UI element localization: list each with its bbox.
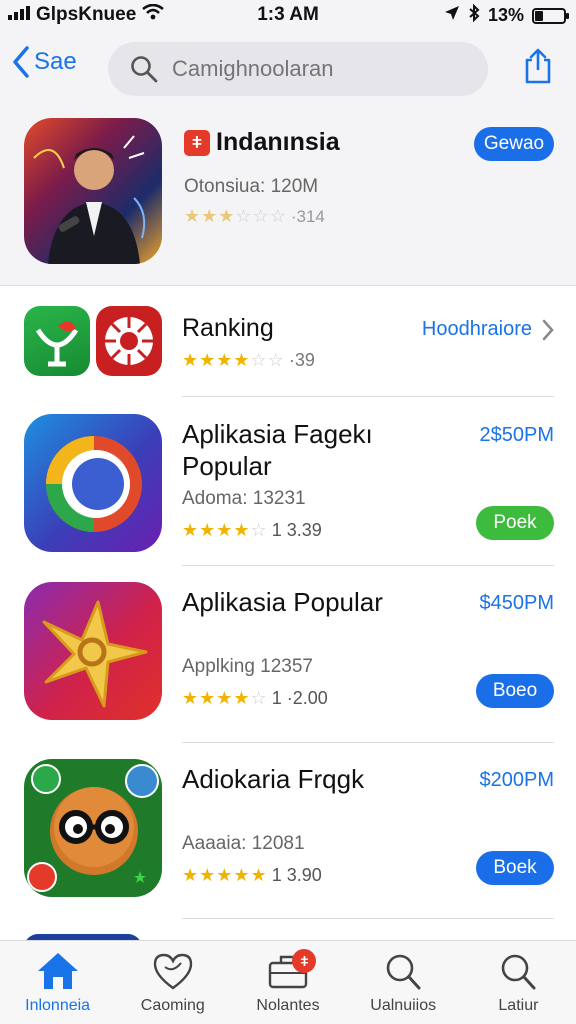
app-icon[interactable] (24, 759, 162, 897)
app-rating-text: 1 3.90 (271, 865, 322, 885)
search-icon (386, 954, 421, 990)
tab-label: Latiur (498, 997, 539, 1014)
app-get-button[interactable]: Poek (476, 506, 554, 540)
tab-label: Inlonneia (25, 997, 91, 1014)
app-price: 2$50PM (479, 424, 555, 446)
app-icon[interactable] (24, 414, 162, 552)
ranking-rating: ★★★★☆☆ ·39 (182, 350, 315, 371)
ranking-row[interactable]: Ranking ★★★★☆☆ ·39 Hoodhraiore (0, 296, 576, 396)
search-icon (502, 954, 536, 990)
nav-header: Sae (0, 30, 576, 108)
chevron-left-icon (13, 46, 29, 78)
featured-app-title: Indanınsia (216, 128, 340, 156)
app-meta: Aaaaia: 12081 (182, 833, 305, 854)
app-meta: Adoma: 13231 (182, 488, 306, 509)
app-get-button[interactable]: Boek (476, 851, 554, 885)
app-list-item[interactable]: Aplikasia Fagekı Popular Adoma: 13231 ★★… (0, 398, 576, 566)
tab-label: Caoming (140, 997, 205, 1014)
featured-rating-text: ·314 (290, 206, 325, 226)
app-rating-text: 1 ·2.00 (271, 688, 328, 708)
tab-coming[interactable]: Caoming (115, 941, 230, 1024)
app-list-item[interactable]: Adiokaria Frqgk Aaaaia: 12081 ★★★★★ 1 3.… (0, 743, 576, 911)
share-icon (525, 48, 551, 84)
heart-icon (153, 953, 192, 990)
ranking-link-label: Hoodhraiore (421, 318, 532, 340)
app-rating: ★★★★☆ 1 ·2.00 (182, 688, 328, 709)
app-get-button[interactable]: Boeo (476, 674, 554, 708)
share-button[interactable] (522, 48, 554, 89)
ranking-title: Ranking (182, 314, 274, 342)
bluetooth-icon (468, 3, 480, 27)
featured-app-meta: Otonsiua: 120M (184, 176, 319, 197)
featured-app-card[interactable]: ǂ Indanınsia Otonsiua: 120M ★★★☆☆☆ ·314 … (0, 108, 576, 286)
ranking-app-icon-1[interactable] (24, 306, 90, 376)
back-button[interactable]: Sae (12, 46, 77, 78)
app-title: Adiokaria Frqgk (182, 764, 365, 794)
search-bar[interactable] (108, 42, 488, 96)
featured-app-rating: ★★★☆☆☆ ·314 (184, 206, 325, 227)
app-title: Aplikasia Popular (182, 587, 383, 617)
location-icon (444, 5, 460, 26)
tab-label: Nolantes (256, 997, 320, 1014)
app-rating-text: 1 3.39 (271, 520, 322, 540)
chevron-right-icon (542, 319, 554, 340)
back-label: Sae (34, 48, 77, 75)
app-icon[interactable] (24, 582, 162, 720)
tab-search-2[interactable]: Latiur (461, 941, 576, 1024)
search-icon (131, 56, 158, 83)
home-icon (37, 953, 78, 989)
featured-get-button[interactable]: Gewao (474, 127, 554, 161)
star-rating-icon: ★★★☆☆☆ (184, 206, 287, 226)
status-bar: GlpsKnuee 1:3 AM 13% (0, 0, 576, 30)
battery-percent: 13% (487, 5, 524, 25)
status-right-group: 13% (444, 3, 569, 27)
tab-label: Ualnuiios (370, 997, 437, 1014)
star-rating-icon: ★★★★☆ (182, 688, 268, 708)
battery-icon (532, 7, 569, 24)
ranking-app-icon-2[interactable] (96, 306, 162, 376)
divider (182, 396, 554, 397)
app-rating: ★★★★☆ 1 3.39 (182, 520, 322, 541)
search-input[interactable] (172, 56, 452, 82)
star-rating-icon: ★★★★☆ (182, 520, 268, 540)
star-rating-icon: ★★★★☆☆ (182, 350, 285, 370)
tab-notes[interactable]: ǂ Nolantes (230, 941, 345, 1024)
featured-badge-icon: ǂ (184, 129, 210, 156)
app-title: Aplikasia Fagekı Popular (182, 419, 373, 481)
tab-search-1[interactable]: Ualnuiios (346, 941, 461, 1024)
app-list-item[interactable]: Aplikasia Popular Applking 12357 ★★★★☆ 1… (0, 566, 576, 734)
ranking-rating-text: ·39 (288, 350, 315, 370)
divider (182, 918, 554, 919)
featured-app-icon[interactable] (24, 118, 162, 264)
tab-bar: Inlonneia Caoming ǂ Nolantes Ualnuiios L… (0, 940, 576, 1024)
ranking-link[interactable]: Hoodhraiore (422, 318, 554, 341)
app-meta: Applking 12357 (182, 656, 313, 677)
battery-fill (535, 10, 543, 21)
tab-home[interactable]: Inlonneia (0, 941, 115, 1024)
star-rating-icon: ★★★★★ (182, 865, 268, 885)
app-rating: ★★★★★ 1 3.90 (182, 865, 322, 886)
featured-title-group: ǂ Indanınsia (184, 128, 340, 157)
notification-badge: ǂ (292, 949, 317, 973)
app-price: $450PM (479, 592, 555, 614)
app-price: $200PM (479, 769, 555, 791)
